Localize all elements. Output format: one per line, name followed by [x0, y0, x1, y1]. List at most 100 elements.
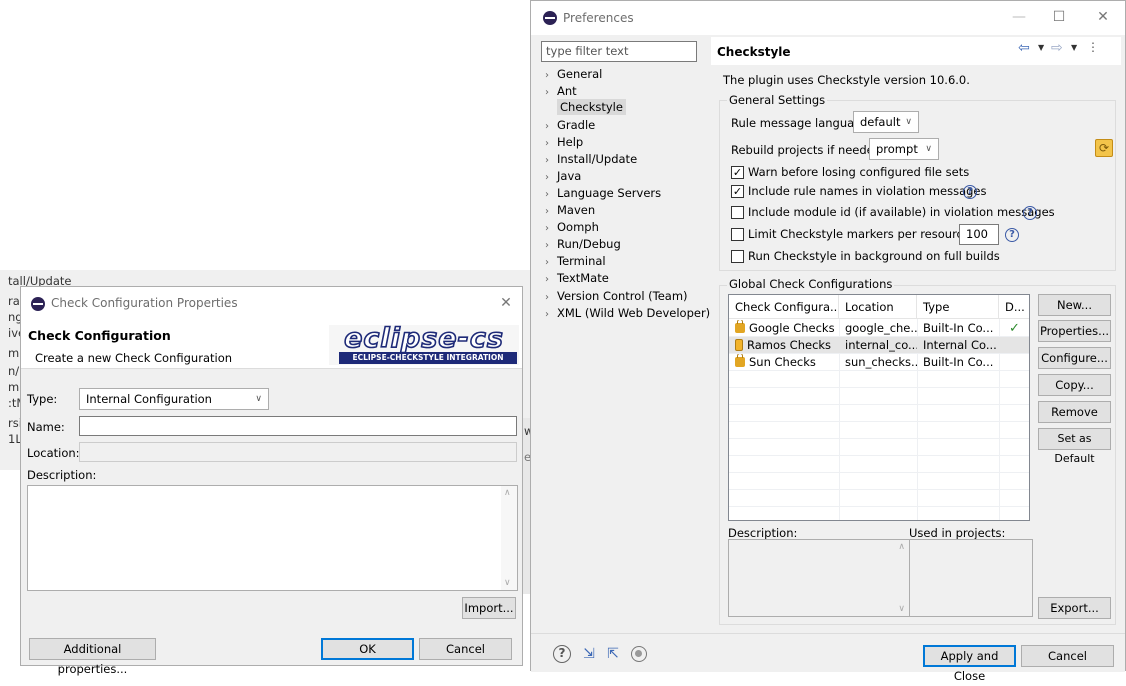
table-cell-name: Sun Checks [729, 354, 839, 371]
table-cell-default [999, 337, 1029, 354]
import-prefs-icon[interactable]: ⇲ [579, 645, 599, 663]
export-prefs-icon[interactable]: ⇱ [603, 645, 623, 663]
table-row[interactable]: Ramos Checks internal_co... Internal Co.… [729, 337, 1029, 354]
background-frag-6: m [8, 380, 20, 394]
back-dropdown-icon[interactable]: ▼ [1038, 43, 1044, 52]
description-textarea[interactable]: ∧ ∨ [27, 485, 518, 591]
maximize-icon[interactable]: ☐ [1049, 10, 1069, 24]
name-input[interactable] [79, 416, 517, 436]
more-options-icon[interactable]: ⋮ [1087, 40, 1099, 54]
chevron-right-icon: › [545, 121, 549, 132]
dialog-titlebar: Check Configuration Properties ✕ [21, 287, 522, 321]
forward-dropdown-icon[interactable]: ▼ [1071, 43, 1077, 52]
tree-item-general[interactable]: › General [545, 67, 602, 81]
column-header-location[interactable]: Location [839, 295, 917, 319]
table-cell-type: Built-In Co... [923, 355, 994, 369]
rule-language-select[interactable]: default ∨ [853, 111, 919, 133]
tree-item-gradle[interactable]: › Gradle [545, 118, 595, 132]
remove-button[interactable]: Remove [1038, 401, 1111, 423]
filter-input[interactable]: type filter text [541, 41, 697, 62]
tree-item-version-control[interactable]: › Version Control (Team) [545, 289, 688, 303]
tree-item-run-debug[interactable]: › Run/Debug [545, 237, 621, 251]
tree-item-label: Language Servers [557, 186, 662, 200]
description-scrollbar[interactable]: ∧ ∨ [501, 486, 517, 590]
type-select-value: Internal Configuration [86, 392, 212, 406]
tree-item-java[interactable]: › Java [545, 169, 581, 183]
refresh-config-icon[interactable]: ⟳ [1095, 139, 1113, 157]
tree-item-textmate[interactable]: › TextMate [545, 271, 609, 285]
chevron-down-icon: ∨ [905, 117, 912, 127]
tree-item-label: Maven [557, 203, 596, 217]
prefs-cancel-button[interactable]: Cancel [1021, 645, 1114, 667]
dialog-cancel-button[interactable]: Cancel [419, 638, 512, 660]
type-select[interactable]: Internal Configuration ∨ [79, 388, 269, 410]
export-button[interactable]: Export... [1038, 597, 1111, 619]
import-button[interactable]: Import... [462, 597, 516, 619]
scroll-down-icon[interactable]: ∨ [504, 578, 511, 588]
tree-item-help[interactable]: › Help [545, 135, 583, 149]
minimize-icon[interactable]: — [1009, 10, 1029, 24]
tree-item-checkstyle[interactable]: Checkstyle [545, 99, 626, 115]
scroll-up-icon[interactable]: ∧ [504, 488, 511, 498]
description-label: Description: [27, 468, 97, 482]
additional-properties-button[interactable]: Additional properties... [29, 638, 156, 676]
limit-input[interactable]: 100 [959, 224, 999, 245]
ok-button[interactable]: OK [321, 638, 414, 660]
limit-label: Limit Checkstyle markers per resource to [748, 227, 986, 241]
dialog-close-icon[interactable]: ✕ [496, 296, 516, 310]
background-checkbox[interactable] [731, 250, 744, 263]
copy-button[interactable]: Copy... [1038, 374, 1111, 396]
help-icon[interactable]: ? [553, 645, 571, 663]
scroll-down-icon[interactable]: ∨ [898, 604, 905, 614]
forward-icon[interactable]: ⇨ [1051, 40, 1063, 56]
tree-item-install-update[interactable]: › Install/Update [545, 152, 637, 166]
rebuild-value: prompt [876, 142, 918, 156]
column-header-default[interactable]: D... [999, 295, 1029, 319]
chevron-right-icon: › [545, 138, 549, 149]
description-box[interactable]: ∧ ∨ [728, 539, 910, 617]
logo-text: eclipse-cs [343, 322, 504, 355]
config-file-icon [735, 339, 743, 351]
new-button[interactable]: New... [1038, 294, 1111, 316]
help-icon[interactable]: ? [963, 185, 977, 199]
warn-checkbox[interactable]: ✓ [731, 166, 744, 179]
tree-item-maven[interactable]: › Maven [545, 203, 595, 217]
background-frag-5: n/ [8, 364, 20, 378]
table-cell-name: Google Checks [729, 320, 839, 337]
tree-item-label: Version Control (Team) [557, 289, 688, 303]
set-default-button[interactable]: Set as Default [1038, 428, 1111, 465]
help-icon[interactable]: ? [1023, 206, 1037, 220]
tree-item-language-servers[interactable]: › Language Servers [545, 186, 661, 200]
configure-button[interactable]: Configure... [1038, 347, 1111, 369]
tree-item-terminal[interactable]: › Terminal [545, 254, 606, 268]
apply-and-close-button[interactable]: Apply and Close [923, 645, 1016, 683]
table-row[interactable]: Google Checks google_che... Built-In Co.… [729, 320, 1029, 337]
scroll-up-icon[interactable]: ∧ [898, 542, 905, 552]
help-icon[interactable]: ? [1005, 228, 1019, 242]
properties-button[interactable]: Properties... [1038, 320, 1111, 342]
rebuild-select[interactable]: prompt ∨ [869, 138, 939, 160]
table-cell-name: Ramos Checks [729, 337, 839, 354]
prefs-bottom-bar: ? ⇲ ⇱ Apply and Close Cancel [531, 633, 1125, 683]
tree-item-label: Run/Debug [557, 237, 621, 251]
table-row-empty [729, 388, 1029, 405]
used-in-projects-list[interactable] [909, 539, 1033, 617]
tree-item-label: Java [557, 169, 582, 183]
column-header-name[interactable]: Check Configura... [729, 295, 839, 319]
location-input[interactable] [79, 442, 517, 462]
logo-subtext: ECLIPSE-CHECKSTYLE INTEGRATION [339, 352, 517, 364]
include-rule-checkbox[interactable]: ✓ [731, 185, 744, 198]
tree-item-label: Help [557, 135, 584, 149]
back-icon[interactable]: ⇦ [1018, 40, 1030, 56]
include-module-checkbox[interactable] [731, 206, 744, 219]
table-row[interactable]: Sun Checks sun_checks... Built-In Co... [729, 354, 1029, 371]
limit-checkbox[interactable] [731, 228, 744, 241]
tree-item-ant[interactable]: › Ant [545, 84, 577, 98]
tree-item-oomph[interactable]: › Oomph [545, 220, 599, 234]
close-icon[interactable]: ✕ [1093, 10, 1113, 24]
table-row-empty [729, 473, 1029, 490]
tree-item-xml[interactable]: › XML (Wild Web Developer) [545, 306, 710, 320]
general-settings-label: General Settings [727, 93, 828, 107]
column-header-type[interactable]: Type [917, 295, 999, 319]
record-icon[interactable] [631, 646, 647, 662]
